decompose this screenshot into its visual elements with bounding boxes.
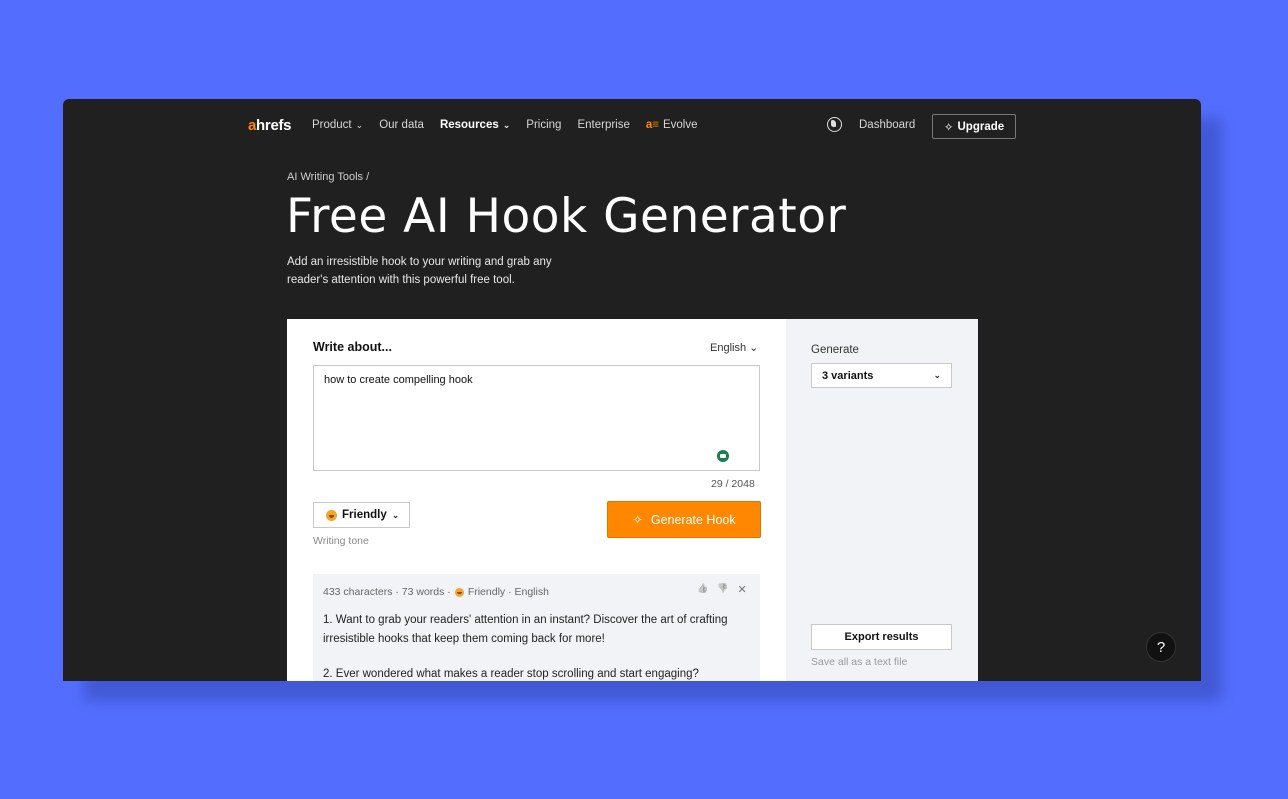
evolve-icon: a≡ <box>645 119 659 131</box>
chevron-down-icon: ⌄ <box>391 509 400 520</box>
nav-evolve[interactable]: a≡ Evolve <box>646 119 698 131</box>
chevron-down-icon: ⌄ <box>355 119 364 130</box>
ahrefs-logo[interactable]: ahrefs <box>248 117 292 134</box>
smile-emoji-icon <box>326 509 337 521</box>
hook-item: 2. Ever wondered what makes a reader sto… <box>323 668 699 680</box>
export-results-button[interactable]: Export results <box>811 624 952 650</box>
generate-label: Generate <box>811 344 859 356</box>
thumbs-up-icon[interactable]: 👍 <box>697 583 708 596</box>
chevron-down-icon: ⌄ <box>933 370 941 380</box>
thumbs-down-icon[interactable]: 👎 <box>717 583 728 596</box>
page-subtitle: Add an irresistible hook to your writing… <box>287 256 552 286</box>
sparkle-icon: ✧ <box>943 121 954 134</box>
nav-pricing[interactable]: Pricing <box>526 119 561 131</box>
generate-hook-button[interactable]: ✧ Generate Hook <box>607 501 761 538</box>
globe-icon[interactable] <box>827 117 842 132</box>
char-count: 29 / 2048 <box>711 478 755 490</box>
help-button[interactable]: ? <box>1146 632 1176 662</box>
result-card: 433 characters · 73 words · Friendly · E… <box>313 574 760 681</box>
result-actions: 👍 👎 ✕ <box>697 583 747 596</box>
language-select[interactable]: English ⌄ <box>710 341 758 354</box>
nav-product[interactable]: Product ⌄ <box>312 119 363 131</box>
export-note: Save all as a text file <box>811 656 908 668</box>
upgrade-button[interactable]: ✧ Upgrade <box>932 114 1016 139</box>
input-panel: Write about... English ⌄ how to create c… <box>287 319 786 681</box>
settings-panel: Generate 3 variants ⌄ Export results Sav… <box>786 319 978 681</box>
nav-resources[interactable]: Resources ⌄ <box>440 119 510 131</box>
result-text: 1. Want to grab your readers' attention … <box>323 611 743 681</box>
tone-select[interactable]: Friendly ⌄ <box>313 502 410 528</box>
top-nav: ahrefs Product ⌄ Our data Resources ⌄ Pric… <box>63 99 1201 153</box>
nav-enterprise[interactable]: Enterprise <box>577 119 629 131</box>
chevron-down-icon: ⌄ <box>502 119 511 130</box>
hook-item: 1. Want to grab your readers' attention … <box>323 614 728 645</box>
grammarly-icon[interactable] <box>717 450 729 462</box>
close-icon[interactable]: ✕ <box>737 583 746 596</box>
topic-textarea[interactable]: how to create compelling hook <box>313 365 760 471</box>
tone-label: Writing tone <box>313 535 369 547</box>
smile-emoji-icon <box>454 587 464 597</box>
app-window: ahrefs Product ⌄ Our data Resources ⌄ Pric… <box>63 99 1201 681</box>
result-meta: 433 characters · 73 words · Friendly · E… <box>323 586 549 598</box>
variants-select[interactable]: 3 variants ⌄ <box>811 363 952 388</box>
nav-our-data[interactable]: Our data <box>379 119 424 131</box>
breadcrumb[interactable]: AI Writing Tools / <box>287 171 369 183</box>
write-about-label: Write about... <box>313 340 392 354</box>
page-title: Free AI Hook Generator <box>286 189 847 244</box>
sparkle-icon: ✧ <box>632 513 643 527</box>
dashboard-link[interactable]: Dashboard <box>859 119 915 131</box>
tool-card: Write about... English ⌄ how to create c… <box>287 319 978 681</box>
nav-links: Product ⌄ Our data Resources ⌄ Pricing Ent… <box>312 119 698 131</box>
